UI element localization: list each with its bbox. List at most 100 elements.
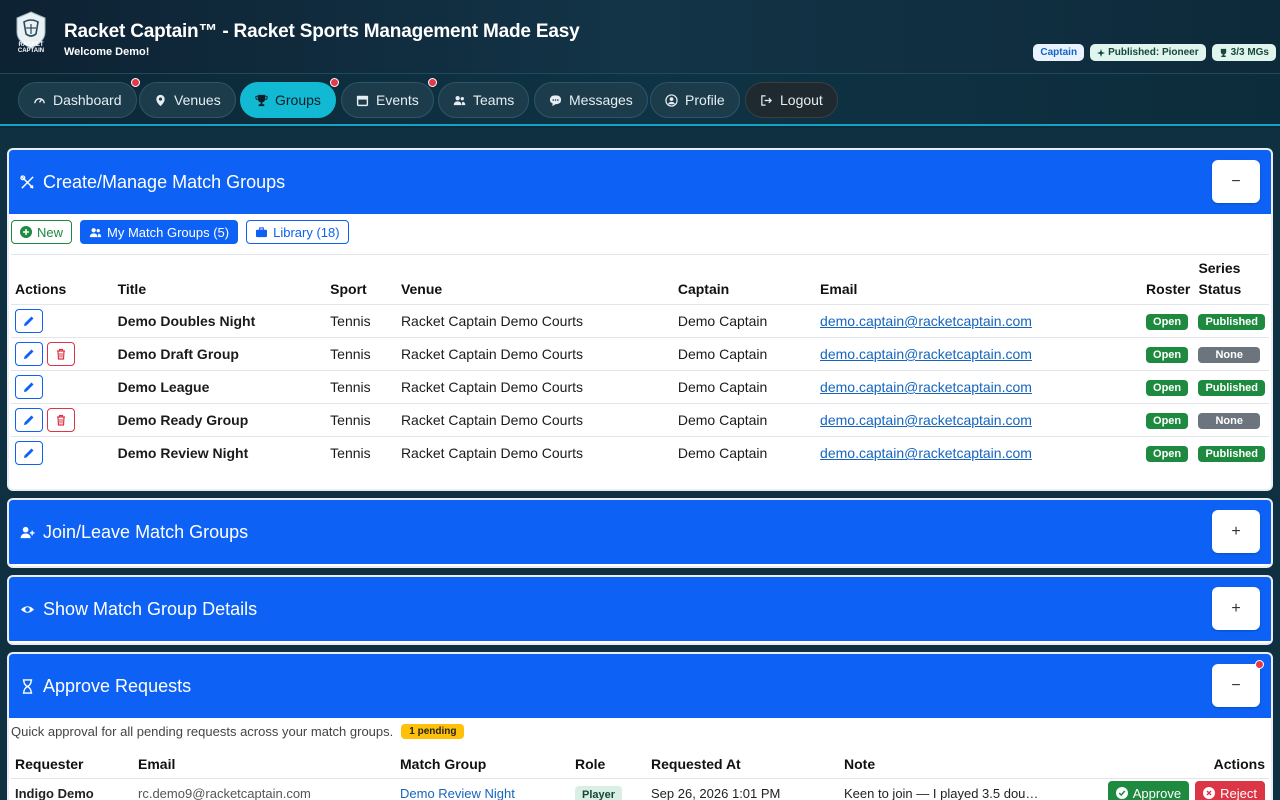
approve-subtitle: Quick approval for all pending requests …: [11, 724, 465, 739]
edit-button[interactable]: [15, 309, 43, 333]
group-email-link[interactable]: demo.captain@racketcaptain.com: [820, 346, 1032, 362]
tab-library[interactable]: Library (18): [246, 220, 349, 244]
map-pin-icon: [156, 94, 165, 106]
nav-groups[interactable]: Groups: [240, 78, 339, 118]
nav-teams[interactable]: Teams: [438, 82, 530, 118]
app-header: RACKET CAPTAIN Racket Captain™ - Racket …: [0, 0, 1280, 74]
manage-tabs: New My Match Groups (5) Library (18): [9, 214, 1271, 248]
join-leave-title: Join/Leave Match Groups: [43, 521, 249, 542]
edit-button[interactable]: [15, 375, 43, 399]
approve-button[interactable]: Approve: [1107, 780, 1190, 800]
nav-events-label: Events: [376, 92, 419, 108]
collapse-button[interactable]: −: [1212, 660, 1264, 707]
table-row: Demo League Tennis Racket Captain Demo C…: [11, 370, 1269, 404]
group-captain: Demo Captain: [673, 403, 817, 437]
app-title: Racket Captain™ - Racket Sports Manageme…: [64, 21, 580, 42]
delete-button[interactable]: [47, 342, 75, 366]
request-note: Keen to join — I played 3.5 dou…: [840, 777, 1090, 800]
requester-name: Indigo Demo: [11, 777, 134, 800]
col-roster: Roster: [1146, 281, 1191, 297]
table-row: Demo Draft Group Tennis Racket Captain D…: [11, 337, 1269, 371]
collapse-button[interactable]: −: [1212, 160, 1260, 203]
group-email-link[interactable]: demo.captain@racketcaptain.com: [820, 445, 1032, 461]
join-leave-header[interactable]: Join/Leave Match Groups +: [9, 500, 1271, 564]
group-captain: Demo Captain: [673, 304, 817, 338]
group-details-header[interactable]: Show Match Group Details +: [9, 577, 1271, 641]
manage-groups-title: Create/Manage Match Groups: [43, 171, 286, 192]
tab-my-match-groups[interactable]: My Match Groups (5): [80, 220, 239, 244]
expand-button[interactable]: +: [1212, 587, 1260, 630]
nav-profile[interactable]: Profile: [650, 82, 740, 118]
published-badge-label: Published: Pioneer: [1108, 47, 1199, 58]
group-details-title: Show Match Group Details: [43, 598, 258, 619]
col-req-actions: Actions: [1213, 755, 1265, 772]
main-content: Create/Manage Match Groups − New My Matc…: [0, 128, 1280, 800]
match-group-link[interactable]: Demo Review Night: [400, 786, 515, 800]
main-nav: Dashboard Venues Groups Events Teams Mes…: [0, 74, 1280, 126]
nav-logout[interactable]: Logout: [745, 82, 838, 118]
x-circle-icon: [1203, 787, 1216, 800]
manage-groups-header[interactable]: Create/Manage Match Groups −: [9, 150, 1271, 214]
mg-count-label: 3/3 MGs: [1230, 47, 1269, 58]
col-actions: Actions: [15, 281, 67, 297]
match-groups-table: Actions Title Sport Venue Captain Email …: [11, 254, 1269, 470]
check-circle-icon: [1115, 787, 1128, 800]
group-venue: Racket Captain Demo Courts: [396, 304, 674, 338]
tab-my-label: My Match Groups (5): [107, 224, 230, 240]
approve-requests-card: Approve Requests − Quick approval for al…: [7, 652, 1273, 800]
notification-dot: [427, 78, 437, 87]
edit-button[interactable]: [15, 342, 43, 366]
group-sport: Tennis: [326, 436, 397, 470]
col-captain: Captain: [677, 281, 730, 297]
group-title: Demo Ready Group: [113, 403, 327, 437]
hourglass-icon: [22, 678, 33, 694]
nav-messages[interactable]: Messages: [534, 82, 648, 118]
expand-symbol: +: [1231, 599, 1241, 617]
status-badge: Published: [1198, 446, 1265, 463]
edit-button[interactable]: [15, 408, 43, 432]
nav-dashboard-label: Dashboard: [53, 92, 122, 108]
roster-badge: Open: [1146, 380, 1189, 396]
group-email-link[interactable]: demo.captain@racketcaptain.com: [820, 379, 1032, 395]
trash-icon: [57, 348, 65, 360]
gauge-icon: [34, 97, 45, 103]
logout-icon: [761, 94, 772, 106]
col-email: Email: [820, 281, 858, 297]
trash-icon: [57, 414, 65, 426]
sparkle-icon: [1097, 48, 1106, 57]
requester-email: rc.demo9@racketcaptain.com: [134, 777, 396, 800]
reject-button[interactable]: Reject: [1195, 780, 1265, 800]
edit-button[interactable]: [15, 441, 43, 466]
manage-groups-card: Create/Manage Match Groups − New My Matc…: [7, 148, 1273, 491]
approve-label: Approve: [1132, 785, 1182, 800]
user-circle-icon: [665, 93, 678, 107]
nav-events[interactable]: Events: [341, 78, 437, 118]
group-captain: Demo Captain: [673, 337, 817, 371]
reject-label: Reject: [1220, 785, 1257, 800]
status-badge: None: [1198, 413, 1260, 429]
col-requester: Requester: [15, 755, 84, 772]
nav-venues[interactable]: Venues: [139, 82, 236, 118]
header-badges: Captain Published: Pioneer 3/3 MGs: [1033, 44, 1276, 61]
nav-dashboard[interactable]: Dashboard: [18, 78, 140, 118]
trophy-icon: [255, 94, 268, 106]
trophy-icon: [1220, 48, 1226, 57]
new-group-button[interactable]: New: [11, 220, 73, 244]
chat-bubble-icon: [549, 94, 562, 106]
delete-button[interactable]: [47, 408, 75, 432]
expand-button[interactable]: +: [1212, 510, 1260, 553]
approve-subtitle-text: Quick approval for all pending requests …: [11, 724, 394, 739]
table-row: Demo Review Night Tennis Racket Captain …: [11, 436, 1269, 470]
collapse-symbol: −: [1231, 676, 1241, 694]
new-group-label: New: [37, 224, 64, 240]
approve-requests-header[interactable]: Approve Requests −: [9, 654, 1271, 718]
roster-badge: Open: [1146, 446, 1189, 463]
group-venue: Racket Captain Demo Courts: [396, 436, 674, 470]
published-badge: Published: Pioneer: [1090, 44, 1206, 61]
table-row: Indigo Demo rc.demo9@racketcaptain.com D…: [11, 777, 1269, 800]
col-role: Role: [575, 755, 606, 772]
requested-at: Sep 26, 2026 1:01 PM: [647, 777, 840, 800]
group-email-link[interactable]: demo.captain@racketcaptain.com: [820, 313, 1032, 329]
collapse-symbol: −: [1231, 172, 1241, 190]
group-email-link[interactable]: demo.captain@racketcaptain.com: [820, 412, 1032, 428]
